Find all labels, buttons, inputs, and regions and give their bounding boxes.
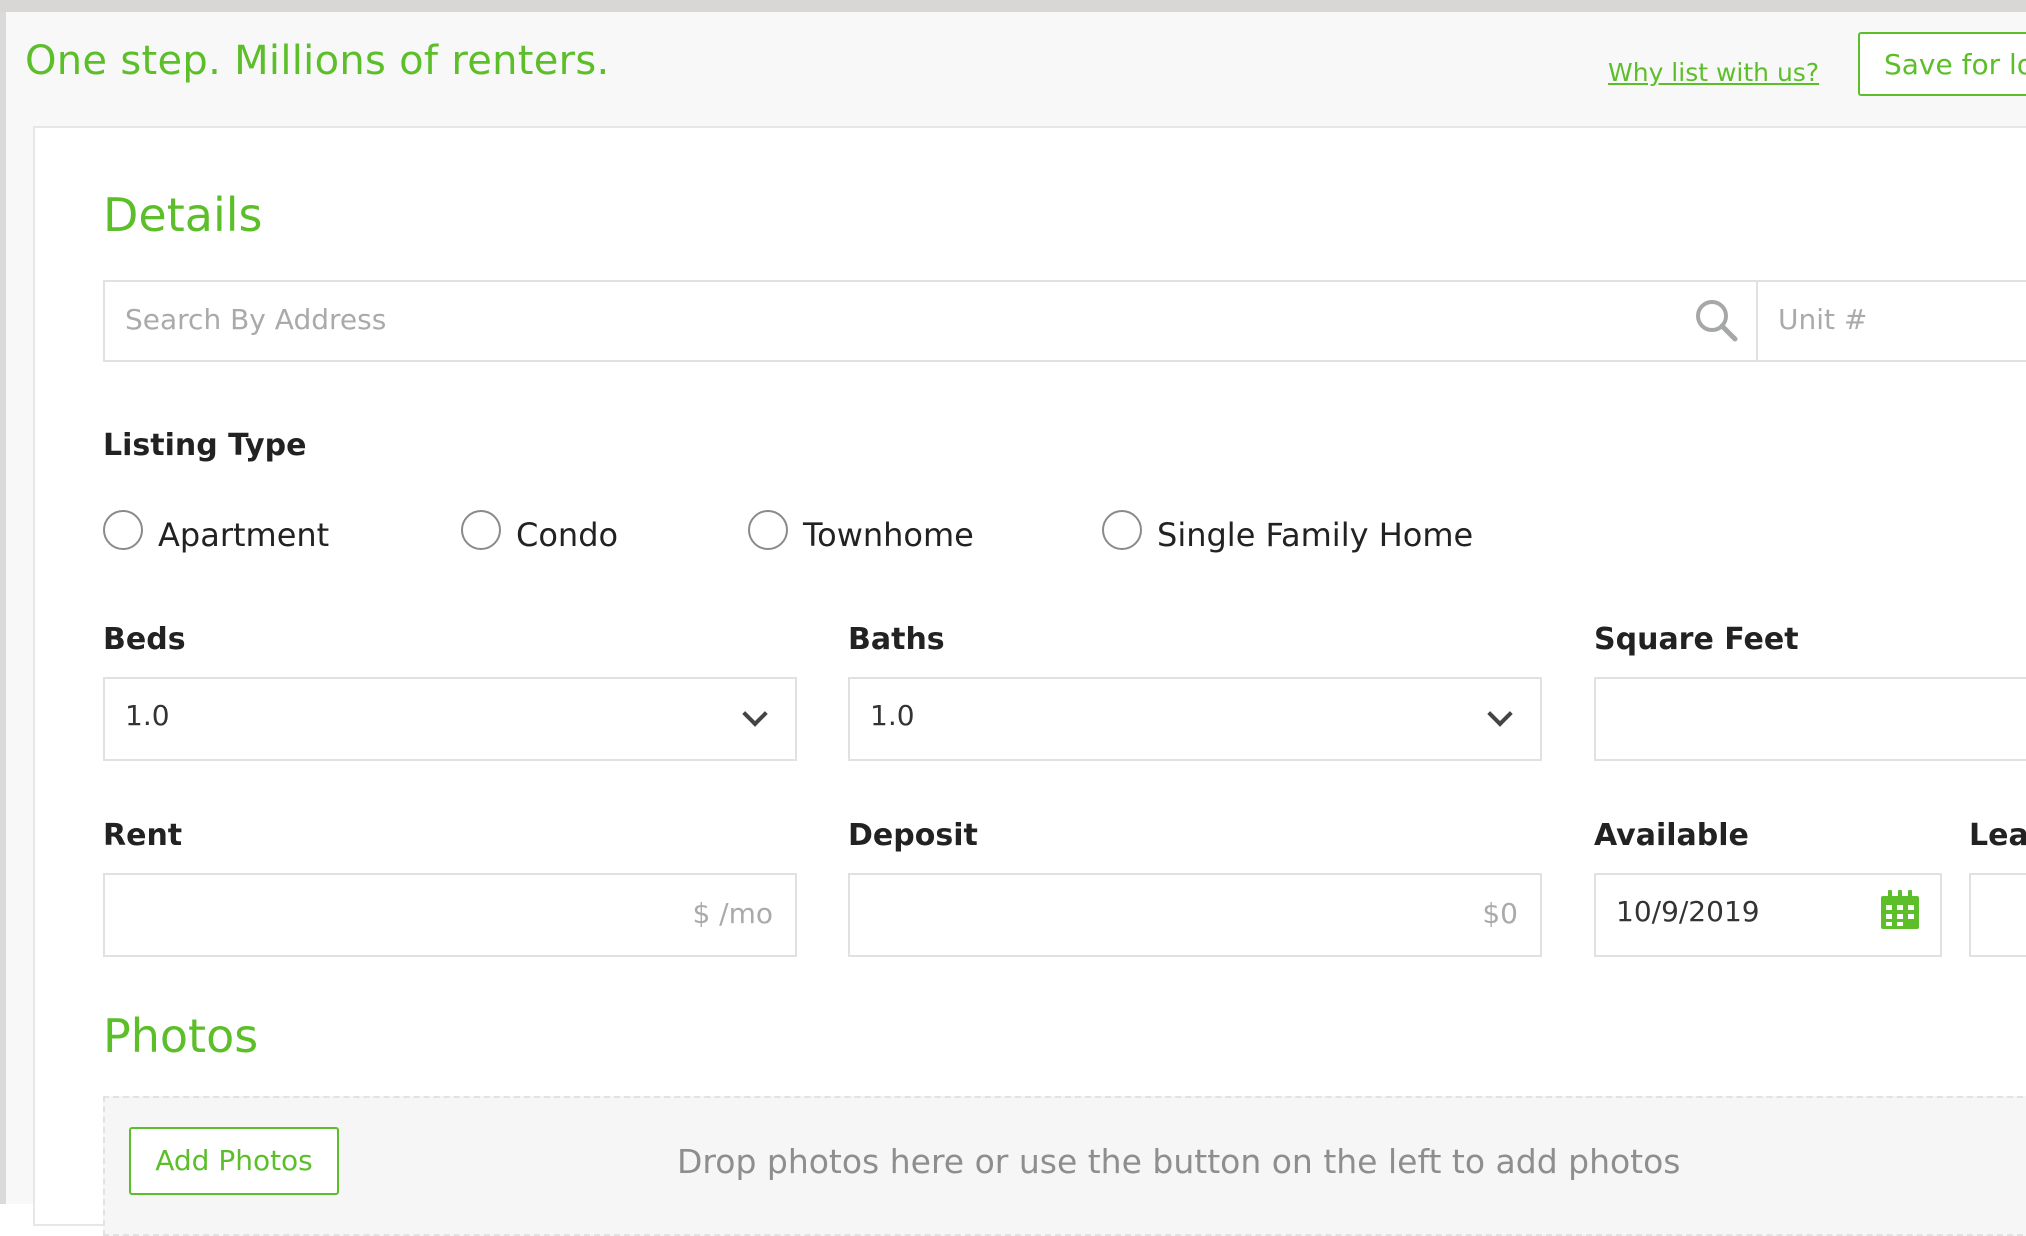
deposit-placeholder: $0 [1482, 897, 1518, 930]
radio-label-condo: Condo [516, 516, 619, 554]
rent-placeholder: $ /mo [692, 897, 773, 930]
search-icon[interactable] [1694, 298, 1740, 344]
baths-label: Baths [848, 622, 945, 657]
address-placeholder: Search By Address [125, 303, 387, 336]
photos-section-title: Photos [103, 1009, 259, 1063]
beds-label: Beds [103, 622, 186, 657]
radio-label-apartment: Apartment [158, 516, 330, 554]
deposit-input[interactable]: $0 [848, 873, 1542, 957]
deposit-label: Deposit [848, 818, 978, 853]
details-section-title: Details [103, 188, 263, 242]
square-feet-label: Square Feet [1594, 622, 1799, 657]
add-photos-button[interactable]: Add Photos [129, 1127, 339, 1195]
lease-select[interactable] [1969, 873, 2026, 957]
rent-label: Rent [103, 818, 183, 853]
lease-label: Leas [1969, 818, 2026, 853]
baths-select[interactable]: 1.0 [848, 677, 1542, 761]
why-list-link[interactable]: Why list with us? [1608, 58, 1819, 87]
listing-type-label: Listing Type [103, 428, 307, 463]
radio-circle[interactable] [103, 510, 143, 550]
page-tagline: One step. Millions of renters. [25, 38, 610, 84]
window-top-border [0, 0, 2026, 12]
unit-placeholder: Unit # [1778, 303, 1868, 336]
radio-circle[interactable] [461, 510, 501, 550]
radio-label-townhome: Townhome [803, 516, 974, 554]
radio-label-single-family: Single Family Home [1157, 516, 1474, 554]
radio-circle[interactable] [1102, 510, 1142, 550]
beds-value: 1.0 [125, 699, 170, 732]
available-date-input[interactable]: 10/9/2019 [1594, 873, 1942, 957]
unit-number-input[interactable]: Unit # [1756, 280, 2026, 362]
available-label: Available [1594, 818, 1749, 853]
address-search-input[interactable]: Search By Address [103, 280, 1758, 362]
rent-input[interactable]: $ /mo [103, 873, 797, 957]
save-for-later-button[interactable]: Save for lo [1858, 32, 2026, 96]
chevron-down-icon [1487, 701, 1513, 727]
calendar-icon[interactable] [1879, 889, 1921, 931]
radio-circle[interactable] [748, 510, 788, 550]
available-date-value: 10/9/2019 [1616, 895, 1760, 928]
drop-photos-hint: Drop photos here or use the button on th… [677, 1142, 1681, 1181]
chevron-down-icon [742, 701, 768, 727]
baths-value: 1.0 [870, 699, 915, 732]
square-feet-input[interactable] [1594, 677, 2026, 761]
beds-select[interactable]: 1.0 [103, 677, 797, 761]
